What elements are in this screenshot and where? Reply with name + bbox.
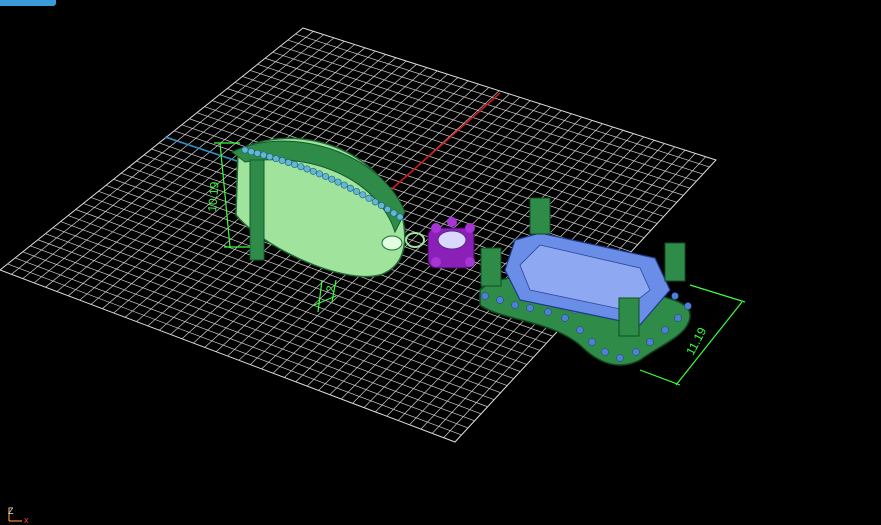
axis-z-label: Z: [8, 506, 14, 516]
ring-bead: [396, 213, 404, 221]
axis-gizmo-icon: Z x: [8, 506, 29, 525]
setting-bead: [576, 326, 584, 334]
ring-bead: [340, 181, 348, 189]
axis-x-label: x: [24, 515, 29, 525]
grid-line: [295, 33, 710, 168]
ring-bead: [322, 172, 330, 180]
ring-bead: [371, 198, 379, 206]
ring-bead: [278, 157, 286, 165]
ring-bead: [384, 205, 392, 213]
setting-bead: [526, 304, 534, 312]
ring-bead: [359, 191, 367, 199]
ring-bead: [328, 175, 336, 183]
ring-bead: [291, 161, 299, 169]
setting-bead: [671, 292, 679, 300]
gauge-dimension-label: 2: [323, 284, 338, 293]
ring-bead: [309, 167, 317, 175]
grid-line: [45, 233, 495, 401]
grid-line: [37, 239, 488, 408]
ring-bead: [346, 184, 354, 192]
grid-line: [30, 245, 482, 415]
setting-bead: [496, 296, 504, 304]
grid-line: [7, 263, 462, 436]
setting-bead: [601, 348, 609, 356]
ring-bead: [247, 148, 255, 156]
setting-bead: [616, 354, 624, 362]
x-axis-line: [383, 92, 501, 197]
setting-bead: [674, 314, 682, 322]
ring-bead: [315, 170, 323, 178]
setting-bead: [588, 338, 596, 346]
setting-bead: [646, 338, 654, 346]
ring-bead: [284, 158, 292, 166]
setting-bead: [684, 302, 692, 310]
ring-bead: [353, 187, 361, 195]
setting-bead: [511, 301, 519, 309]
grid-line: [22, 251, 475, 422]
3d-viewport[interactable]: 10.19 2 11.19 Z x: [0, 0, 881, 525]
connector-link[interactable]: [405, 232, 425, 248]
setting-bead: [661, 326, 669, 334]
ring-bead: [241, 146, 249, 154]
ring-bead: [365, 194, 373, 202]
scene-canvas: 10.19 2 11.19 Z x: [0, 27, 746, 525]
ring-bead: [272, 155, 280, 163]
ring-bead: [334, 178, 342, 186]
width-dimension-label: 11.19: [683, 325, 709, 358]
setting-bead: [561, 314, 569, 322]
ring-bead: [390, 209, 398, 217]
ring-bead: [377, 202, 385, 210]
setting-bead: [544, 308, 552, 316]
ring-bead: [260, 151, 268, 159]
ring-shank[interactable]: [231, 137, 406, 278]
purple-bail[interactable]: [427, 217, 475, 269]
dimension-gauge: 2: [311, 279, 338, 313]
setting-bead: [632, 348, 640, 356]
grid-line: [15, 257, 469, 429]
ring-bead: [266, 153, 274, 161]
ring-bead: [253, 149, 261, 157]
setting-bead: [481, 292, 489, 300]
height-dimension-label: 10.19: [205, 181, 222, 212]
ring-bead: [297, 163, 305, 171]
ring-bead: [303, 165, 311, 173]
